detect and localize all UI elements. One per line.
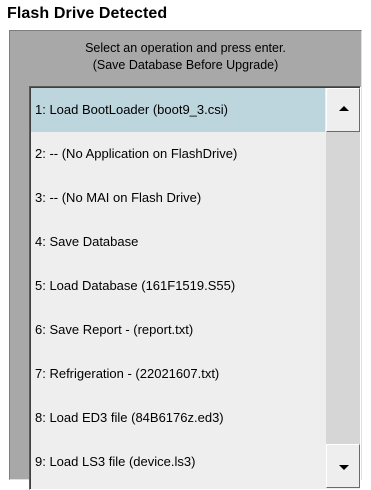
list-item-load-ed3[interactable]: 8: Load ED3 file (84B6176z.ed3): [31, 396, 325, 440]
triangle-down-icon: [339, 465, 349, 470]
vertical-scrollbar[interactable]: [326, 88, 360, 488]
instructions: Select an operation and press enter. (Sa…: [10, 40, 361, 74]
list-item-load-database[interactable]: 5: Load Database (161F1519.S55): [31, 264, 325, 308]
scroll-down-button[interactable]: [326, 444, 360, 488]
instruction-line-1: Select an operation and press enter.: [85, 41, 286, 55]
operations-listbox[interactable]: 1: Load BootLoader (boot9_3.csi) 2: -- (…: [29, 86, 361, 490]
flash-drive-dialog: Flash Drive Detected Select an operation…: [0, 0, 371, 490]
list-item-save-report[interactable]: 6: Save Report - (report.txt): [31, 308, 325, 352]
dialog-panel: Select an operation and press enter. (Sa…: [9, 30, 362, 490]
list-item-no-application[interactable]: 2: -- (No Application on FlashDrive): [31, 132, 325, 176]
list-item-refrigeration[interactable]: 7: Refrigeration - (22021607.txt): [31, 352, 325, 396]
title-bar: Flash Drive Detected: [0, 0, 371, 30]
scroll-up-button[interactable]: [326, 88, 360, 132]
dialog-title: Flash Drive Detected: [7, 5, 168, 22]
list-item-load-ls3[interactable]: 9: Load LS3 file (device.ls3): [31, 440, 325, 484]
operations-list: 1: Load BootLoader (boot9_3.csi) 2: -- (…: [31, 88, 325, 488]
scrollbar-track[interactable]: [326, 132, 360, 444]
list-item-no-mai[interactable]: 3: -- (No MAI on Flash Drive): [31, 176, 325, 220]
list-item-save-database[interactable]: 4: Save Database: [31, 220, 325, 264]
list-item-load-bootloader[interactable]: 1: Load BootLoader (boot9_3.csi): [31, 88, 325, 132]
triangle-up-icon: [339, 106, 349, 111]
instruction-line-2: (Save Database Before Upgrade): [92, 58, 279, 72]
